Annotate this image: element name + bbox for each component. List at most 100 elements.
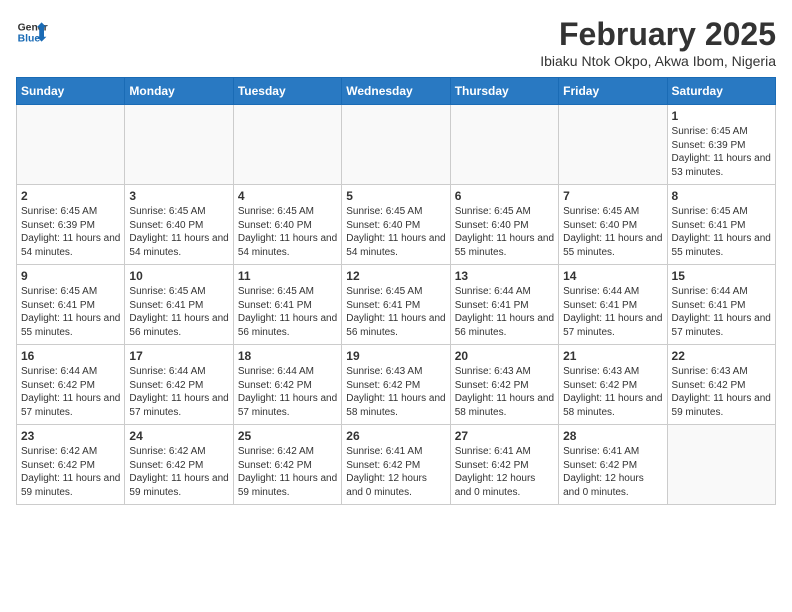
logo: General Blue xyxy=(16,16,52,48)
cell-info: Sunrise: 6:44 AM Sunset: 6:42 PM Dayligh… xyxy=(238,365,337,419)
day-number: 27 xyxy=(455,429,554,443)
cell-info: Sunrise: 6:42 AM Sunset: 6:42 PM Dayligh… xyxy=(129,445,228,499)
weekday-header: Sunday xyxy=(17,78,125,105)
calendar-cell: 12 Sunrise: 6:45 AM Sunset: 6:41 PM Dayli… xyxy=(342,265,450,345)
day-number: 3 xyxy=(129,189,228,203)
calendar-cell xyxy=(559,105,667,185)
calendar-cell: 27 Sunrise: 6:41 AM Sunset: 6:42 PM Dayli… xyxy=(450,425,558,505)
calendar-cell: 25Sunrise: 6:42 AM Sunset: 6:42 PM Dayli… xyxy=(233,425,341,505)
cell-info: Sunrise: 6:42 AM Sunset: 6:42 PM Dayligh… xyxy=(238,445,337,499)
weekday-header: Friday xyxy=(559,78,667,105)
cell-info: Sunrise: 6:45 AM Sunset: 6:40 PM Dayligh… xyxy=(238,205,337,259)
calendar-cell: 1 Sunrise: 6:45 AM Sunset: 6:39 PM Daylig… xyxy=(667,105,775,185)
day-number: 4 xyxy=(238,189,337,203)
day-number: 6 xyxy=(455,189,554,203)
calendar-cell: 3Sunrise: 6:45 AM Sunset: 6:40 PM Daylig… xyxy=(125,185,233,265)
calendar-cell xyxy=(125,105,233,185)
cell-info: Sunrise: 6:44 AM Sunset: 6:41 PM Dayligh… xyxy=(672,285,771,339)
calendar-cell: 24 Sunrise: 6:42 AM Sunset: 6:42 PM Dayli… xyxy=(125,425,233,505)
day-number: 13 xyxy=(455,269,554,283)
cell-info: Sunrise: 6:45 AM Sunset: 6:40 PM Dayligh… xyxy=(563,205,662,259)
weekday-header: Monday xyxy=(125,78,233,105)
day-number: 7 xyxy=(563,189,662,203)
day-number: 15 xyxy=(672,269,771,283)
calendar-cell xyxy=(233,105,341,185)
cell-info: Sunrise: 6:43 AM Sunset: 6:42 PM Dayligh… xyxy=(563,365,662,419)
cell-info: Sunrise: 6:44 AM Sunset: 6:41 PM Dayligh… xyxy=(563,285,662,339)
calendar-cell: 26 Sunrise: 6:41 AM Sunset: 6:42 PM Dayli… xyxy=(342,425,450,505)
cell-info: Sunrise: 6:44 AM Sunset: 6:41 PM Dayligh… xyxy=(455,285,554,339)
calendar-row: 1 Sunrise: 6:45 AM Sunset: 6:39 PM Daylig… xyxy=(17,105,776,185)
cell-info: Sunrise: 6:42 AM Sunset: 6:42 PM Dayligh… xyxy=(21,445,120,499)
calendar-cell: 16 Sunrise: 6:44 AM Sunset: 6:42 PM Dayli… xyxy=(17,345,125,425)
calendar-cell: 5 Sunrise: 6:45 AM Sunset: 6:40 PM Daylig… xyxy=(342,185,450,265)
cell-info: Sunrise: 6:41 AM Sunset: 6:42 PM Dayligh… xyxy=(455,445,554,499)
calendar-cell: 22 Sunrise: 6:43 AM Sunset: 6:42 PM Dayli… xyxy=(667,345,775,425)
day-number: 8 xyxy=(672,189,771,203)
cell-info: Sunrise: 6:41 AM Sunset: 6:42 PM Dayligh… xyxy=(563,445,662,499)
calendar-cell xyxy=(342,105,450,185)
calendar-row: 2 Sunrise: 6:45 AM Sunset: 6:39 PM Daylig… xyxy=(17,185,776,265)
cell-info: Sunrise: 6:45 AM Sunset: 6:40 PM Dayligh… xyxy=(346,205,445,259)
calendar-cell: 17Sunrise: 6:44 AM Sunset: 6:42 PM Dayli… xyxy=(125,345,233,425)
day-number: 12 xyxy=(346,269,445,283)
day-number: 19 xyxy=(346,349,445,363)
cell-info: Sunrise: 6:43 AM Sunset: 6:42 PM Dayligh… xyxy=(672,365,771,419)
cell-info: Sunrise: 6:45 AM Sunset: 6:39 PM Dayligh… xyxy=(672,125,771,179)
calendar-cell xyxy=(17,105,125,185)
cell-info: Sunrise: 6:45 AM Sunset: 6:41 PM Dayligh… xyxy=(21,285,120,339)
day-number: 24 xyxy=(129,429,228,443)
calendar-cell: 14 Sunrise: 6:44 AM Sunset: 6:41 PM Dayli… xyxy=(559,265,667,345)
cell-info: Sunrise: 6:45 AM Sunset: 6:39 PM Dayligh… xyxy=(21,205,120,259)
calendar-cell: 6 Sunrise: 6:45 AM Sunset: 6:40 PM Daylig… xyxy=(450,185,558,265)
cell-info: Sunrise: 6:45 AM Sunset: 6:41 PM Dayligh… xyxy=(129,285,228,339)
weekday-header: Saturday xyxy=(667,78,775,105)
day-number: 22 xyxy=(672,349,771,363)
day-number: 16 xyxy=(21,349,120,363)
calendar-row: 16 Sunrise: 6:44 AM Sunset: 6:42 PM Dayli… xyxy=(17,345,776,425)
day-number: 28 xyxy=(563,429,662,443)
calendar-cell: 13 Sunrise: 6:44 AM Sunset: 6:41 PM Dayli… xyxy=(450,265,558,345)
calendar-cell: 8Sunrise: 6:45 AM Sunset: 6:41 PM Daylig… xyxy=(667,185,775,265)
calendar-cell: 23 Sunrise: 6:42 AM Sunset: 6:42 PM Dayli… xyxy=(17,425,125,505)
cell-info: Sunrise: 6:43 AM Sunset: 6:42 PM Dayligh… xyxy=(455,365,554,419)
day-number: 21 xyxy=(563,349,662,363)
day-number: 2 xyxy=(21,189,120,203)
cell-info: Sunrise: 6:44 AM Sunset: 6:42 PM Dayligh… xyxy=(21,365,120,419)
day-number: 20 xyxy=(455,349,554,363)
calendar-cell: 2 Sunrise: 6:45 AM Sunset: 6:39 PM Daylig… xyxy=(17,185,125,265)
calendar-cell: 9Sunrise: 6:45 AM Sunset: 6:41 PM Daylig… xyxy=(17,265,125,345)
calendar-cell: 10 Sunrise: 6:45 AM Sunset: 6:41 PM Dayli… xyxy=(125,265,233,345)
calendar-row: 23 Sunrise: 6:42 AM Sunset: 6:42 PM Dayli… xyxy=(17,425,776,505)
weekday-header: Tuesday xyxy=(233,78,341,105)
page-header: General Blue February 2025 Ibiaku Ntok O… xyxy=(16,16,776,69)
day-number: 10 xyxy=(129,269,228,283)
day-number: 5 xyxy=(346,189,445,203)
cell-info: Sunrise: 6:44 AM Sunset: 6:42 PM Dayligh… xyxy=(129,365,228,419)
day-number: 14 xyxy=(563,269,662,283)
calendar-row: 9Sunrise: 6:45 AM Sunset: 6:41 PM Daylig… xyxy=(17,265,776,345)
logo-icon: General Blue xyxy=(16,16,48,48)
calendar-cell: 15 Sunrise: 6:44 AM Sunset: 6:41 PM Dayli… xyxy=(667,265,775,345)
cell-info: Sunrise: 6:43 AM Sunset: 6:42 PM Dayligh… xyxy=(346,365,445,419)
location: Ibiaku Ntok Okpo, Akwa Ibom, Nigeria xyxy=(540,53,776,69)
cell-info: Sunrise: 6:45 AM Sunset: 6:40 PM Dayligh… xyxy=(455,205,554,259)
svg-text:Blue: Blue xyxy=(18,34,41,45)
day-number: 1 xyxy=(672,109,771,123)
cell-info: Sunrise: 6:45 AM Sunset: 6:41 PM Dayligh… xyxy=(346,285,445,339)
day-number: 11 xyxy=(238,269,337,283)
calendar-cell: 19 Sunrise: 6:43 AM Sunset: 6:42 PM Dayli… xyxy=(342,345,450,425)
calendar-cell xyxy=(450,105,558,185)
day-number: 23 xyxy=(21,429,120,443)
cell-info: Sunrise: 6:41 AM Sunset: 6:42 PM Dayligh… xyxy=(346,445,445,499)
weekday-header: Thursday xyxy=(450,78,558,105)
weekday-header: Wednesday xyxy=(342,78,450,105)
calendar-header: SundayMondayTuesdayWednesdayThursdayFrid… xyxy=(17,78,776,105)
day-number: 18 xyxy=(238,349,337,363)
calendar-cell: 11 Sunrise: 6:45 AM Sunset: 6:41 PM Dayli… xyxy=(233,265,341,345)
calendar-cell: 7 Sunrise: 6:45 AM Sunset: 6:40 PM Daylig… xyxy=(559,185,667,265)
cell-info: Sunrise: 6:45 AM Sunset: 6:41 PM Dayligh… xyxy=(238,285,337,339)
day-number: 26 xyxy=(346,429,445,443)
calendar-cell: 28 Sunrise: 6:41 AM Sunset: 6:42 PM Dayli… xyxy=(559,425,667,505)
calendar-cell: 21 Sunrise: 6:43 AM Sunset: 6:42 PM Dayli… xyxy=(559,345,667,425)
